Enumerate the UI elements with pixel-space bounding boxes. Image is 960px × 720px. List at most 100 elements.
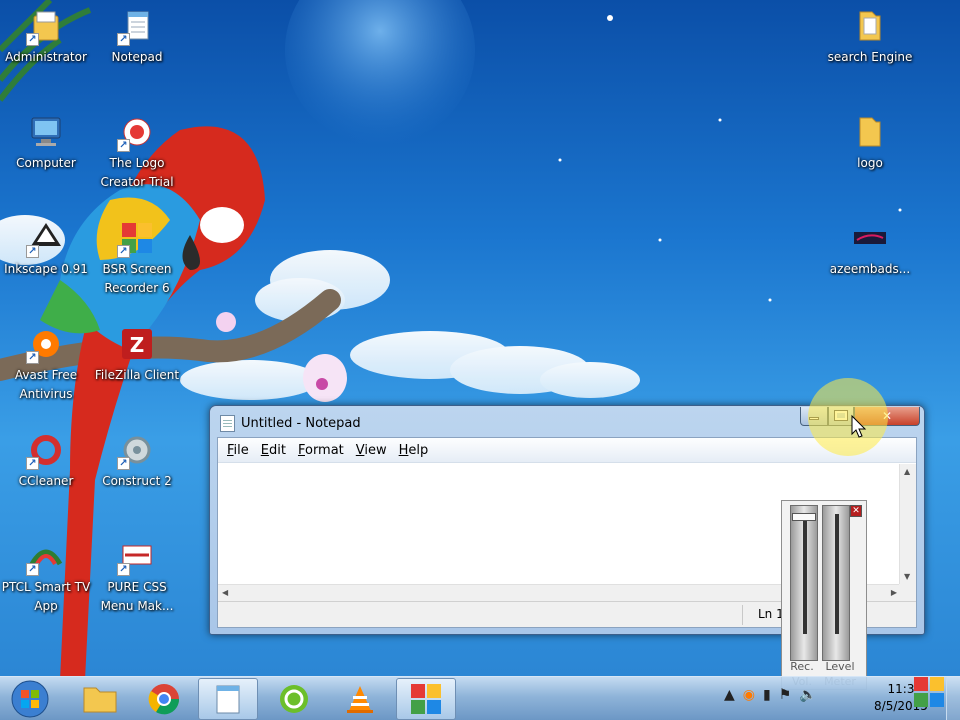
folder-icon [852, 114, 888, 150]
close-icon[interactable]: ✕ [850, 505, 862, 517]
image-file-icon [852, 220, 888, 256]
menu-format[interactable]: Format [292, 443, 350, 458]
desktop-icon-azeembads[interactable]: azeembads... [822, 220, 918, 279]
desktop-icon-administrator[interactable]: ↗ Administrator [0, 8, 94, 67]
ptcl-icon: ↗ [26, 538, 64, 576]
desktop-icon-label: logo [857, 156, 883, 170]
mouse-pointer-icon [851, 414, 867, 438]
notepad-icon [216, 685, 240, 714]
svg-text:Z: Z [130, 333, 145, 357]
desktop-icon-label: FileZilla Client [94, 368, 180, 382]
scroll-down-icon[interactable]: ▼ [904, 572, 910, 581]
bsr-overlay-icon [912, 675, 946, 712]
menu-help[interactable]: Help [393, 443, 435, 458]
logo-creator-icon: ↗ [117, 114, 155, 152]
inkscape-icon: ↗ [26, 220, 64, 258]
status-divider [742, 605, 743, 625]
desktop-icon-bsr-recorder[interactable]: ↗ BSR Screen Recorder 6 [89, 220, 185, 298]
avast-tray-icon[interactable]: ◉ [743, 687, 755, 703]
slider-thumb[interactable] [792, 513, 816, 521]
system-tray: ▲ ◉ ▮ ⚑ 🔈 [724, 687, 817, 703]
slider-track [803, 514, 807, 634]
taskbar-explorer[interactable] [70, 678, 130, 720]
shortcut-arrow-icon: ↗ [26, 245, 39, 258]
avast-icon: ↗ [26, 326, 64, 364]
rec-volume-slider[interactable] [790, 505, 818, 661]
computer-icon [28, 114, 64, 150]
network-icon[interactable]: ▮ [763, 687, 771, 703]
desktop-icon-ptcl[interactable]: ↗ PTCL Smart TV App [0, 538, 94, 616]
desktop-icon-label: search Engine [827, 50, 913, 64]
desktop-icon-label: Administrator [5, 50, 87, 64]
desktop-icon-label: PTCL Smart TV App [1, 580, 91, 613]
taskbar-chrome[interactable] [134, 678, 194, 720]
shortcut-arrow-icon: ↗ [26, 33, 39, 46]
show-desktop-button[interactable] [946, 677, 960, 720]
bsr-recorder-icon [914, 677, 944, 707]
desktop-icon-construct[interactable]: ↗ Construct 2 [89, 432, 185, 491]
desktop-icon-label: Inkscape 0.91 [4, 262, 88, 276]
menu-view[interactable]: View [350, 443, 393, 458]
level-meter-widget[interactable]: ✕ Rec. Vol. Level Meter [781, 500, 867, 690]
menu-edit[interactable]: Edit [255, 443, 292, 458]
filezilla-icon: Z [119, 326, 155, 362]
chrome-icon [148, 684, 180, 715]
desktop-icon-logo-creator[interactable]: ↗ The Logo Creator Trial [89, 114, 185, 192]
desktop-icon-label: Construct 2 [102, 474, 172, 488]
menu-file[interactable]: File [221, 443, 255, 458]
shortcut-arrow-icon: ↗ [117, 245, 130, 258]
cursor-highlight [808, 378, 888, 456]
scroll-left-icon[interactable]: ◀ [222, 588, 228, 597]
dreamweaver-icon [280, 685, 308, 713]
show-hidden-icons[interactable]: ▲ [724, 687, 735, 703]
notepad-icon: ↗ [117, 8, 155, 46]
desktop-icon-computer[interactable]: Computer [0, 114, 94, 173]
folder-explorer-icon [83, 687, 117, 713]
desktop-icon-purecss[interactable]: ↗ PURE CSS Menu Mak... [89, 538, 185, 616]
desktop-icon-search-engine[interactable]: search Engine [822, 8, 918, 67]
windows-logo-icon [11, 680, 49, 718]
flag-icon[interactable]: ⚑ [779, 687, 792, 703]
bsr-recorder-icon: ↗ [117, 220, 155, 258]
scroll-up-icon[interactable]: ▲ [904, 467, 910, 476]
shortcut-arrow-icon: ↗ [117, 457, 130, 470]
status-position: Ln 1 [758, 607, 784, 621]
desktop-icon-label: Notepad [111, 50, 163, 64]
desktop-icon-ccleaner[interactable]: ↗ CCleaner [0, 432, 94, 491]
desktop-icon-filezilla[interactable]: Z FileZilla Client [89, 326, 185, 385]
notepad-icon [220, 414, 235, 432]
vertical-scrollbar[interactable]: ▲ ▼ [899, 464, 916, 584]
desktop-icon-label: azeembads... [829, 262, 911, 276]
scroll-right-icon[interactable]: ▶ [891, 588, 897, 597]
shortcut-arrow-icon: ↗ [117, 139, 130, 152]
shortcut-arrow-icon: ↗ [26, 457, 39, 470]
shortcut-arrow-icon: ↗ [26, 563, 39, 576]
taskbar-notepad[interactable] [198, 678, 258, 720]
bsr-recorder-icon [411, 684, 441, 714]
desktop-icon-label: BSR Screen Recorder 6 [102, 262, 172, 295]
meter-track [835, 514, 839, 634]
folder-icon [852, 8, 888, 44]
desktop-icon-logo-folder[interactable]: logo [822, 114, 918, 173]
desktop-icon-notepad[interactable]: ↗ Notepad [89, 8, 185, 67]
ccleaner-icon: ↗ [26, 432, 64, 470]
volume-icon[interactable]: 🔈 [799, 687, 816, 703]
desktop-icon-label: Computer [16, 156, 76, 170]
taskbar-bsr-recorder[interactable] [396, 678, 456, 720]
vlc-icon [347, 686, 373, 713]
desktop-icon-label: Avast Free Antivirus [14, 368, 78, 401]
scroll-corner [899, 584, 916, 601]
level-meter-bar [822, 505, 850, 661]
desktop-icon-avast[interactable]: ↗ Avast Free Antivirus [0, 326, 94, 404]
taskbar-vlc[interactable] [330, 678, 390, 720]
title-bar[interactable]: Untitled - Notepad [220, 412, 361, 434]
taskbar: ▲ ◉ ▮ ⚑ 🔈 11:3 8/5/2015 [0, 676, 960, 720]
desktop-icon-label: PURE CSS Menu Mak... [100, 580, 174, 613]
taskbar-dreamweaver[interactable] [264, 678, 324, 720]
start-button[interactable] [4, 678, 56, 720]
shortcut-arrow-icon: ↗ [117, 33, 130, 46]
desktop-icon-label: CCleaner [18, 474, 74, 488]
desktop-icon-inkscape[interactable]: ↗ Inkscape 0.91 [0, 220, 94, 279]
user-folder-icon: ↗ [26, 8, 64, 46]
shortcut-arrow-icon: ↗ [117, 563, 130, 576]
